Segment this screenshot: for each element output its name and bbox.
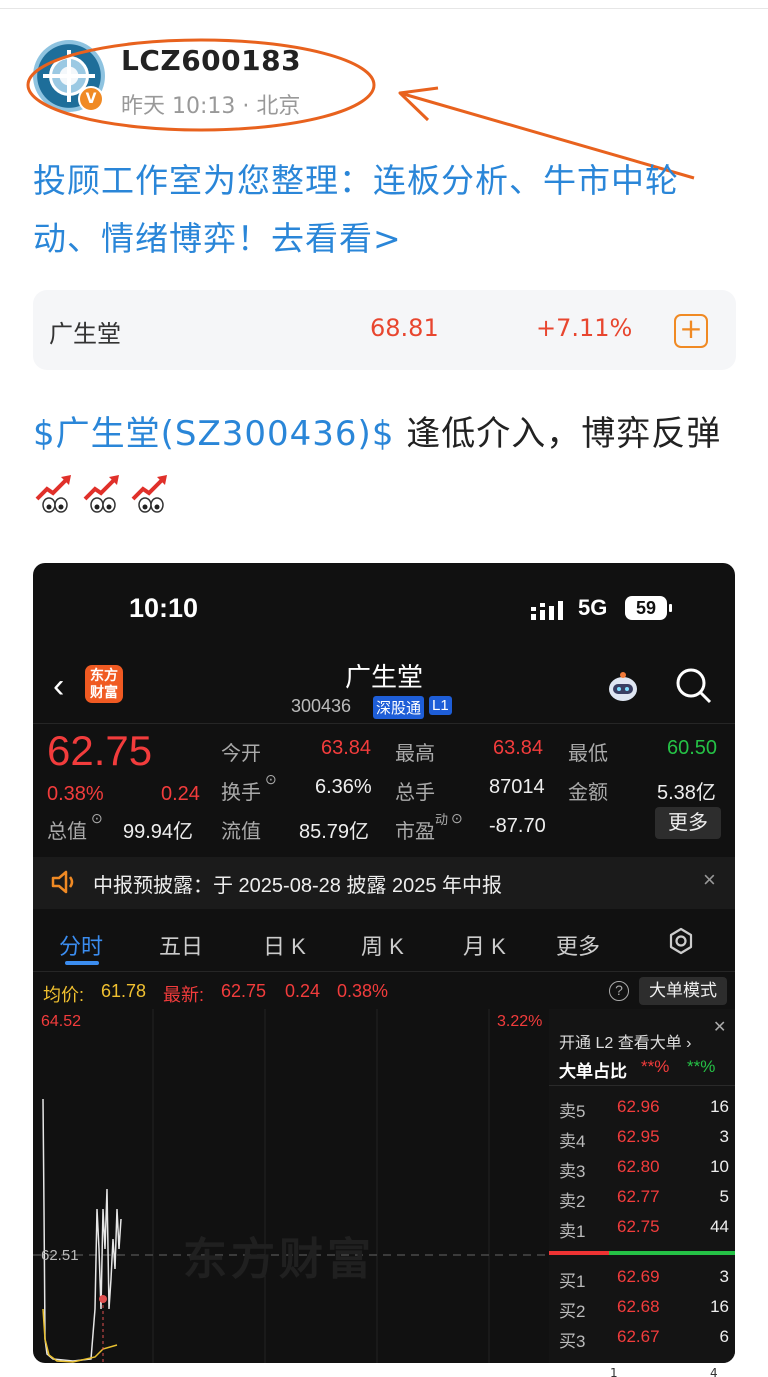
info-icon[interactable]: ⊙	[91, 810, 103, 827]
bottom-number-1: 1	[610, 1366, 618, 1377]
amount-label: 金额	[568, 782, 608, 804]
turnover-label: 换手	[221, 782, 261, 804]
ask-row: 卖5 62.96 16	[559, 1097, 729, 1121]
amount-value: 5.38亿	[657, 782, 716, 804]
notice-bar[interactable]: 中报预披露：于 2025-08-28 披露 2025 年中报 ×	[33, 857, 735, 909]
turnover-value: 6.36%	[315, 776, 372, 798]
l2-upgrade-link[interactable]: 开通 L2 查看大单 ›	[559, 1029, 691, 1053]
gear-icon[interactable]	[667, 927, 695, 955]
network-label: 5G	[578, 595, 608, 620]
stock-change: +7.11%	[536, 314, 633, 342]
ask-row: 卖1 62.75 44	[559, 1217, 729, 1241]
change-pct: 0.38%	[47, 783, 104, 805]
post-time-location: 昨天 10:13 · 北京	[121, 94, 301, 119]
tab-daily-k[interactable]: 日 K	[263, 929, 306, 961]
big-order-mode-button[interactable]: 大单模式	[639, 977, 727, 1005]
last-change: 0.24	[285, 981, 321, 1001]
ask-row: 卖4 62.95 3	[559, 1127, 729, 1151]
top-divider	[0, 8, 768, 9]
float-label: 流值	[221, 821, 261, 843]
bid-row: 买2 62.68 16	[559, 1297, 729, 1321]
help-icon[interactable]: ?	[609, 981, 629, 1001]
high-label: 最高	[395, 743, 435, 765]
search-icon[interactable]	[675, 667, 713, 705]
battery-icon: 59	[625, 596, 667, 620]
tab-more[interactable]: 更多	[556, 929, 600, 961]
notice-text: 中报预披露：于 2025-08-28 披露 2025 年中报	[93, 875, 503, 897]
float-value: 85.79亿	[299, 821, 370, 843]
mktcap-value: 99.94亿	[123, 821, 194, 843]
last-pct: 0.38%	[337, 981, 389, 1001]
watermark: 东方财富	[183, 1235, 375, 1284]
verified-badge-icon: V	[78, 86, 104, 112]
big-order-ratio-label: 大单占比	[559, 1062, 627, 1081]
tag-level: L1	[429, 696, 452, 715]
embedded-screenshot[interactable]: 10:10 5G 59 ‹ 东方 财富 广生堂 300436 深股通 L1 62.…	[33, 563, 735, 1363]
open-value: 63.84	[321, 737, 372, 759]
more-button[interactable]: 更多	[655, 807, 721, 839]
high-value: 63.84	[493, 737, 544, 759]
ask-row: 卖3 62.80 10	[559, 1157, 729, 1181]
order-book: 开通 L2 查看大单 › ✕ 大单占比 **% **% 卖5 62.96 16 卖4…	[549, 1009, 735, 1363]
info-icon[interactable]: ⊙	[451, 810, 463, 827]
current-price: 62.75	[47, 727, 153, 774]
chart-high-label: 64.52	[41, 1013, 82, 1030]
status-time: 10:10	[129, 593, 199, 623]
tab-five-day[interactable]: 五日	[159, 929, 203, 961]
tab-weekly-k[interactable]: 周 K	[361, 929, 404, 961]
chart-up-eyes-icon	[129, 469, 173, 513]
info-icon[interactable]: ⊙	[265, 771, 277, 788]
last-value: 62.75	[221, 981, 267, 1001]
big-order-ratio-buy: **%	[641, 1057, 670, 1076]
open-label: 今开	[221, 743, 261, 765]
close-icon[interactable]: ×	[703, 867, 716, 893]
intraday-chart[interactable]	[33, 1009, 553, 1363]
bottom-bar	[0, 1366, 768, 1377]
promo-link[interactable]: 投顾工作室为您整理：连板分析、牛市中轮动、情绪博弈！去看看>	[33, 152, 743, 268]
pe-label: 市盈	[395, 821, 435, 843]
low-label: 最低	[568, 743, 608, 765]
stock-name: 广生堂	[49, 320, 121, 348]
chart-tabs: 分时 五日 日 K 周 K 月 K 更多	[33, 913, 735, 971]
speaker-icon	[51, 870, 74, 894]
stock-tag-link[interactable]: $广生堂(SZ300436)$	[33, 414, 394, 454]
pe-value: -87.70	[489, 815, 546, 837]
mktcap-label: 总值	[47, 821, 87, 843]
chart-high-pct: 3.22%	[497, 1013, 543, 1030]
low-value: 60.50	[667, 737, 718, 759]
bottom-number-2: 4	[710, 1366, 718, 1377]
ask-bid-ratio-bar-red	[549, 1251, 609, 1255]
chart-up-eyes-icon	[81, 469, 125, 513]
ask-bid-ratio-bar-green	[609, 1251, 735, 1255]
tab-monthly-k[interactable]: 月 K	[463, 929, 506, 961]
active-tab-indicator	[65, 961, 99, 965]
avg-value: 61.78	[101, 981, 147, 1001]
robot-assistant-icon[interactable]	[605, 669, 641, 705]
close-icon[interactable]: ✕	[713, 1017, 726, 1037]
bid-row: 买3 62.67 6	[559, 1327, 729, 1351]
battery-cap	[669, 604, 672, 612]
bid-row: 买1 62.69 3	[559, 1267, 729, 1291]
signal-icon	[531, 601, 563, 620]
stock-price: 68.81	[370, 314, 439, 342]
plus-square-icon[interactable]: +	[674, 314, 708, 348]
big-order-ratio-sell: **%	[687, 1057, 716, 1076]
avg-label: 均价:	[43, 985, 85, 1005]
tag-connect: 深股通	[373, 696, 425, 719]
change-amount: 0.24	[161, 783, 200, 805]
stock-code: 300436	[291, 696, 352, 716]
post-content: $广生堂(SZ300436)$ 逢低介入，博弈反弹	[33, 404, 743, 524]
pe-sup: 动	[435, 812, 449, 827]
tab-intraday[interactable]: 分时	[59, 929, 103, 961]
author-name[interactable]: LCZ600183	[121, 44, 301, 77]
volume-label: 总手	[395, 782, 435, 804]
post-text: 逢低介入，博弈反弹	[394, 414, 722, 454]
ask-row: 卖2 62.77 5	[559, 1187, 729, 1211]
chart-mid-label: 62.51	[41, 1247, 79, 1264]
stock-card[interactable]: 广生堂 68.81 +7.11% +	[33, 290, 736, 370]
volume-value: 87014	[489, 776, 545, 798]
chart-up-eyes-icon	[33, 469, 77, 513]
last-label: 最新:	[163, 985, 205, 1005]
avg-price-row: 均价: 61.78 最新: 62.75 0.24 0.38% ? 大单模式	[33, 975, 735, 1007]
